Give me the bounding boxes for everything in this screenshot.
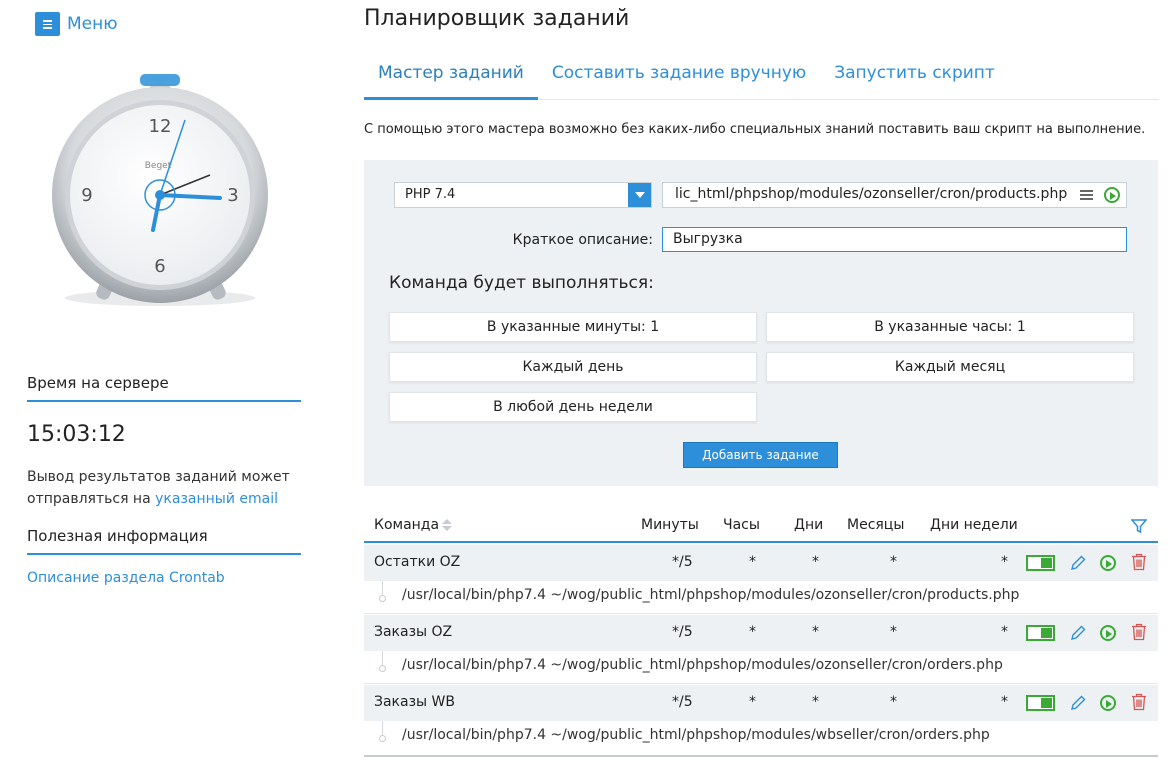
description-label: Краткое описание: [512,232,653,248]
play-icon[interactable] [1104,187,1120,203]
col-days: Дни [794,517,824,533]
tab-wizard[interactable]: Мастер заданий [364,62,538,100]
clock-numeral-6: 6 [154,256,165,277]
hamburger-icon [35,12,60,36]
trash-icon[interactable] [1131,553,1147,571]
task-enabled-toggle[interactable] [1026,695,1055,711]
task-days: * [812,694,819,710]
tasks-table-header: Команда Минуты Часы Дни Месяцы Дни недел… [364,510,1158,543]
file-list-icon[interactable] [1080,190,1093,200]
task-minutes: */5 [672,554,693,570]
task-weekdays: * [1001,624,1008,640]
clock-numeral-3: 3 [227,185,238,206]
server-time: 15:03:12 [27,422,126,447]
filter-icon[interactable] [1131,518,1147,534]
task-weekdays: * [1001,554,1008,570]
col-weekdays: Дни недели [930,517,1018,533]
col-months: Месяцы [847,517,905,533]
task-name: Заказы OZ [374,624,453,640]
script-path-input[interactable]: lic_html/phpshop/modules/ozonseller/cron… [662,182,1127,208]
tree-node-icon [379,735,386,742]
php-version-value: PHP 7.4 [405,187,456,202]
crontab-description-link[interactable]: Описание раздела Crontab [27,570,225,586]
page-title: Планировщик заданий [364,6,630,31]
task-weekdays: * [1001,694,1008,710]
wizard-panel: PHP 7.4 lic_html/phpshop/modules/ozonsel… [364,160,1158,486]
tab-run-script[interactable]: Запустить скрипт [820,62,1009,100]
tree-node-icon [379,595,386,602]
schedule-month-button[interactable]: Каждый месяц [766,352,1134,382]
col-command[interactable]: Команда [374,517,439,533]
sort-icon[interactable] [442,519,452,533]
script-path-value: lic_html/phpshop/modules/ozonseller/cron… [675,186,1068,202]
task-days: * [812,624,819,640]
chevron-down-icon[interactable] [628,183,651,207]
task-months: * [890,554,897,570]
task-hours: * [749,554,756,570]
email-link[interactable]: указанный email [155,491,278,507]
task-months: * [890,624,897,640]
task-row: Остатки OZ */5 * * * * /usr/local/bin/ph… [364,545,1158,615]
schedule-day-button[interactable]: Каждый день [389,352,757,382]
tree-node-icon [379,665,386,672]
alarm-clock-illustration: 12 3 6 9 Beget [52,74,268,306]
wizard-intro: С помощью этого мастера возможно без как… [364,122,1146,137]
task-months: * [890,694,897,710]
col-hours: Часы [723,517,760,533]
task-days: * [812,554,819,570]
trash-icon[interactable] [1131,693,1147,711]
clock-numeral-9: 9 [81,185,92,206]
trash-icon[interactable] [1131,623,1147,641]
clock-numeral-12: 12 [149,116,172,137]
task-enabled-toggle[interactable] [1026,625,1055,641]
schedule-hours-button[interactable]: В указанные часы: 1 [766,312,1134,342]
tab-manual[interactable]: Составить задание вручную [538,62,820,100]
col-minutes: Минуты [641,517,699,533]
description-input[interactable]: Выгрузка [662,227,1127,252]
run-icon[interactable] [1100,695,1116,711]
schedule-minutes-button[interactable]: В указанные минуты: 1 [389,312,757,342]
task-command: /usr/local/bin/php7.4 ~/wog/public_html/… [402,587,1020,603]
useful-info-heading: Полезная информация [27,527,301,555]
run-icon[interactable] [1100,555,1116,571]
task-minutes: */5 [672,694,693,710]
menu-label: Меню [67,14,118,34]
schedule-heading: Команда будет выполняться: [389,273,654,293]
menu-button[interactable]: Меню [35,12,118,36]
task-enabled-toggle[interactable] [1026,555,1055,571]
task-name: Заказы WB [374,694,455,710]
add-task-button[interactable]: Добавить задание [683,442,838,468]
output-note: Вывод результатов заданий может отправля… [27,466,307,510]
task-row: Заказы WB */5 * * * * /usr/local/bin/php… [364,685,1158,755]
tab-bar: Мастер заданий Составить задание вручную… [364,62,1159,100]
php-version-select[interactable]: PHP 7.4 [394,182,652,208]
task-row: Заказы OZ */5 * * * * /usr/local/bin/php… [364,615,1158,685]
run-icon[interactable] [1100,625,1116,641]
task-command: /usr/local/bin/php7.4 ~/wog/public_html/… [402,727,990,743]
task-command: /usr/local/bin/php7.4 ~/wog/public_html/… [402,657,1003,673]
pencil-icon[interactable] [1069,624,1087,642]
task-hours: * [749,694,756,710]
schedule-weekday-button[interactable]: В любой день недели [389,392,757,422]
pencil-icon[interactable] [1069,554,1087,572]
task-minutes: */5 [672,624,693,640]
task-hours: * [749,624,756,640]
table-bottom-border [364,755,1158,757]
task-name: Остатки OZ [374,554,461,570]
clock-brand: Beget [145,161,172,171]
pencil-icon[interactable] [1069,694,1087,712]
server-time-heading: Время на сервере [27,374,301,402]
